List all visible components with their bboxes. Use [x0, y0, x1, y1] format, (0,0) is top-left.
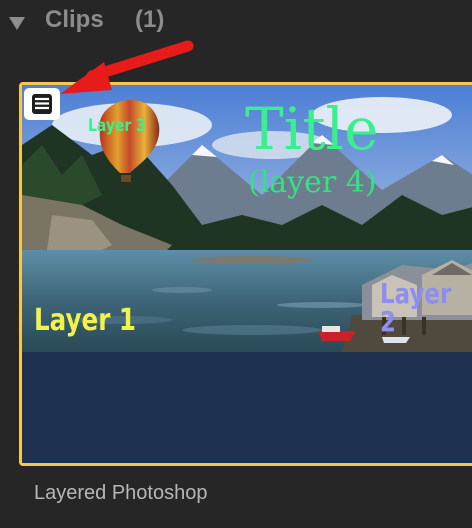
thumbnail-title-text: Title: [245, 95, 379, 163]
clip-thumbnail-lower-area: [22, 352, 472, 463]
thumbnail-layer1-text: Layer 1: [34, 303, 137, 338]
thumbnail-subtitle-text: (layer 4): [248, 165, 377, 200]
section-count: (1): [135, 6, 165, 33]
section-title: Clips: [45, 6, 104, 33]
thumbnail-layer2-text: Layer 2: [380, 277, 452, 338]
clip-name-label: Layered Photoshop: [34, 482, 208, 504]
layers-icon: [24, 88, 60, 120]
thumbnail-layer3-text: Layer 3: [88, 116, 146, 136]
disclosure-triangle-icon[interactable]: [8, 14, 26, 32]
clips-section-header[interactable]: Clips (1): [0, 0, 472, 50]
